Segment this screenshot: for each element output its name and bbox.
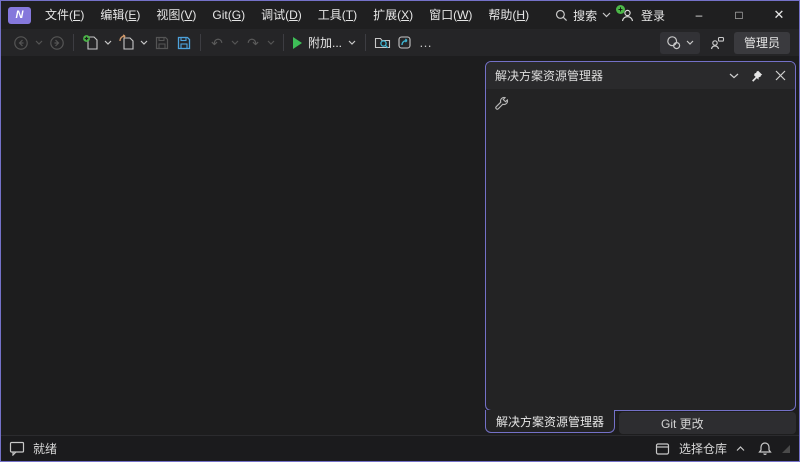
attach-debugger-button[interactable]: 附加... (289, 32, 360, 54)
solution-explorer-tool-window: 解决方案资源管理器 (485, 61, 796, 435)
feedback-person-icon (709, 35, 725, 51)
close-button[interactable]: ✕ (759, 1, 799, 29)
send-feedback-button[interactable] (706, 32, 728, 54)
tab-solution-explorer[interactable]: 解决方案资源管理器 (485, 410, 615, 433)
sign-in-button[interactable]: + 登录 (620, 7, 665, 24)
chevron-down-icon (686, 40, 694, 45)
search-box[interactable]: 搜索 (549, 4, 617, 26)
live-share-icon (666, 35, 682, 51)
status-ready-label: 就绪 (33, 440, 57, 457)
redo-button[interactable]: ↷ (242, 32, 264, 54)
select-repository-button[interactable]: 选择仓库 (679, 440, 727, 457)
live-share-button[interactable] (660, 32, 700, 54)
wrench-icon[interactable] (494, 96, 787, 111)
undo-dropdown[interactable] (228, 32, 242, 54)
play-icon (293, 37, 302, 49)
close-panel-icon[interactable] (775, 70, 786, 81)
status-bar: 就绪 选择仓库 (1, 435, 799, 461)
open-file-dropdown[interactable] (137, 32, 151, 54)
panel-options-chevron-icon[interactable] (729, 73, 739, 79)
new-project-dropdown[interactable] (101, 32, 115, 54)
solution-explorer-title: 解决方案资源管理器 (495, 67, 603, 84)
menu-edit[interactable]: 编辑(E) (92, 1, 148, 29)
chevron-down-icon (602, 12, 611, 18)
notifications-bell-icon[interactable] (758, 441, 772, 456)
tab-git-changes[interactable]: Git 更改 (619, 412, 796, 434)
save-all-button[interactable] (173, 32, 195, 54)
menu-git[interactable]: Git(G) (204, 1, 253, 29)
undo-button[interactable]: ↶ (206, 32, 228, 54)
menu-window[interactable]: 窗口(W) (421, 1, 480, 29)
navigate-back-dropdown[interactable] (32, 32, 46, 54)
attach-label: 附加... (308, 34, 342, 51)
menu-view[interactable]: 视图(V) (148, 1, 204, 29)
save-button[interactable] (151, 32, 173, 54)
minimize-button[interactable]: – (679, 1, 719, 29)
repository-icon (655, 442, 670, 456)
new-project-button[interactable] (79, 32, 101, 54)
menu-debug[interactable]: 调试(D) (253, 1, 310, 29)
message-icon[interactable] (9, 441, 25, 456)
administrator-badge[interactable]: 管理员 (734, 32, 790, 54)
main-toolbar: ↶ ↷ 附加... … (1, 29, 799, 56)
navigate-forward-button[interactable] (46, 32, 68, 54)
navigate-back-button[interactable] (10, 32, 32, 54)
tool-window-tab-strip: 解决方案资源管理器Git 更改 (485, 411, 796, 435)
solution-explorer-body (486, 89, 795, 410)
solution-explorer-header[interactable]: 解决方案资源管理器 (486, 62, 795, 89)
menu-tools[interactable]: 工具(T) (310, 1, 365, 29)
redo-dropdown[interactable] (264, 32, 278, 54)
menu-bar: 文件(F)编辑(E)视图(V)Git(G)调试(D)工具(T)扩展(X)窗口(W… (37, 1, 537, 29)
toolbar-overflow-button[interactable]: … (415, 32, 437, 54)
search-icon (555, 9, 568, 22)
chevron-up-icon[interactable] (736, 446, 745, 452)
plus-badge-icon: + (616, 5, 625, 14)
vs-window: N 文件(F)编辑(E)视图(V)Git(G)调试(D)工具(T)扩展(X)窗口… (0, 0, 800, 462)
search-label: 搜索 (573, 7, 597, 24)
title-bar: N 文件(F)编辑(E)视图(V)Git(G)调试(D)工具(T)扩展(X)窗口… (1, 1, 799, 29)
account-icon: + (620, 8, 635, 23)
menu-help[interactable]: 帮助(H) (480, 1, 537, 29)
solution-explorer-panel: 解决方案资源管理器 (485, 61, 796, 411)
pin-icon[interactable] (751, 70, 763, 82)
editor-area: 解决方案资源管理器 (1, 56, 799, 435)
open-file-button[interactable] (115, 32, 137, 54)
resize-grip[interactable] (781, 444, 791, 454)
chevron-down-icon (348, 40, 356, 45)
sign-in-label: 登录 (641, 7, 665, 24)
menu-file[interactable]: 文件(F) (37, 1, 92, 29)
maximize-button[interactable]: □ (719, 1, 759, 29)
visual-studio-logo-icon: N (8, 7, 31, 24)
window-switch-button[interactable] (393, 32, 415, 54)
menu-extensions[interactable]: 扩展(X) (365, 1, 421, 29)
find-in-files-button[interactable] (371, 32, 393, 54)
